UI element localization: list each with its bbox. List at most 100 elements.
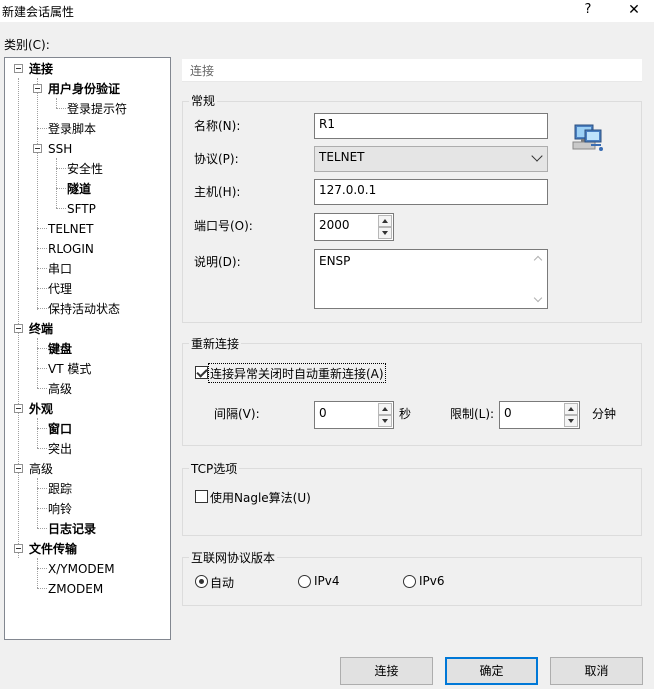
tree-item-login-prompts[interactable]: 登录提示符: [67, 99, 127, 119]
description-value: ENSP: [319, 254, 351, 268]
interval-label: 间隔(V):: [214, 407, 260, 421]
tree-connector: [37, 78, 38, 310]
tree-connector: [37, 568, 47, 569]
category-tree[interactable]: 连接 用户身份验证 登录提示符 登录脚本 SSH 安全性 隧道 SFTP TEL…: [4, 57, 171, 640]
host-label: 主机(H):: [194, 185, 241, 199]
port-spinner[interactable]: 2000: [314, 213, 394, 241]
tree-item-zmodem[interactable]: ZMODEM: [48, 579, 103, 599]
collapse-toggle-icon[interactable]: [14, 64, 23, 73]
port-spin-up-button[interactable]: [378, 215, 392, 227]
collapse-toggle-icon[interactable]: [33, 144, 42, 153]
tree-item-keepalive[interactable]: 保持活动状态: [48, 299, 120, 319]
radio-ipv6[interactable]: [403, 575, 416, 588]
port-label: 端口号(O):: [194, 219, 253, 233]
tree-item-appearance[interactable]: 外观: [29, 399, 53, 419]
collapse-toggle-icon[interactable]: [14, 544, 23, 553]
description-scrollbar[interactable]: [531, 251, 546, 307]
port-spin-down-button[interactable]: [378, 227, 392, 239]
tree-item-telnet[interactable]: TELNET: [48, 219, 94, 239]
arrow-down-icon: [568, 419, 574, 423]
tree-item-xymodem[interactable]: X/YMODEM: [48, 559, 115, 579]
arrow-down-icon: [382, 231, 388, 235]
auto-reconnect-checkbox[interactable]: [195, 366, 208, 379]
general-group-title: 常规: [189, 92, 218, 109]
tree-item-terminal-advanced[interactable]: 高级: [48, 379, 72, 399]
tree-connector: [37, 428, 47, 429]
ok-button[interactable]: 确定: [445, 657, 538, 685]
tree-item-login-scripts[interactable]: 登录脚本: [48, 119, 96, 139]
tree-item-connection[interactable]: 连接: [29, 59, 53, 79]
tree-connector: [37, 528, 47, 529]
tree-item-highlight[interactable]: 突出: [48, 439, 72, 459]
nagle-checkbox[interactable]: [195, 490, 208, 503]
interval-value: 0: [319, 406, 327, 420]
tree-item-logging[interactable]: 日志记录: [48, 519, 96, 539]
help-button[interactable]: ?: [570, 0, 606, 22]
name-label: 名称(N):: [194, 119, 241, 133]
tree-item-sftp[interactable]: SFTP: [67, 199, 96, 219]
description-textarea[interactable]: ENSP: [314, 249, 548, 309]
tree-item-vt-mode[interactable]: VT 模式: [48, 359, 91, 379]
arrow-up-icon: [382, 219, 388, 223]
collapse-toggle-icon[interactable]: [14, 464, 23, 473]
limit-unit: 分钟: [592, 407, 617, 421]
limit-spin-buttons: [564, 403, 578, 427]
host-input[interactable]: 127.0.0.1: [314, 179, 548, 205]
collapse-toggle-icon[interactable]: [14, 404, 23, 413]
name-input[interactable]: R1: [314, 113, 548, 139]
reconnect-group-title: 重新连接: [189, 335, 242, 352]
tree-connector: [56, 188, 66, 189]
tree-connector: [37, 348, 47, 349]
radio-ipv4[interactable]: [298, 575, 311, 588]
tree-item-window[interactable]: 窗口: [48, 419, 72, 439]
check-icon: [196, 366, 208, 378]
close-button[interactable]: ✕: [616, 0, 652, 22]
interval-spin-down-button[interactable]: [378, 415, 392, 427]
tree-item-terminal[interactable]: 终端: [29, 319, 53, 339]
radio-auto-label[interactable]: 自动: [210, 574, 234, 591]
radio-ipv6-label[interactable]: IPv6: [419, 574, 445, 588]
tree-item-trace[interactable]: 跟踪: [48, 479, 72, 499]
tree-connector: [37, 508, 47, 509]
collapse-toggle-icon[interactable]: [14, 324, 23, 333]
tree-connector: [56, 108, 66, 109]
arrow-up-icon: [382, 407, 388, 411]
tree-connector: [37, 288, 47, 289]
tree-item-auth[interactable]: 用户身份验证: [48, 79, 120, 99]
interval-spin-up-button[interactable]: [378, 403, 392, 415]
protocol-select[interactable]: TELNET: [314, 146, 548, 172]
limit-spinner[interactable]: 0: [499, 401, 580, 429]
radio-ipv4-label[interactable]: IPv4: [314, 574, 340, 588]
tree-item-file-transfer[interactable]: 文件传输: [29, 539, 77, 559]
tree-connector: [37, 338, 38, 388]
tree-item-rlogin[interactable]: RLOGIN: [48, 239, 94, 259]
protocol-value: TELNET: [319, 150, 365, 164]
limit-spin-up-button[interactable]: [564, 403, 578, 415]
interval-unit: 秒: [399, 407, 412, 421]
collapse-toggle-icon[interactable]: [33, 84, 42, 93]
description-label: 说明(D):: [194, 255, 241, 269]
tree-item-tunneling[interactable]: 隧道: [67, 179, 91, 199]
tree-item-security[interactable]: 安全性: [67, 159, 103, 179]
tree-connector: [37, 488, 47, 489]
interval-spin-buttons: [378, 403, 392, 427]
tree-item-advanced[interactable]: 高级: [29, 459, 53, 479]
tree-connector: [37, 128, 47, 129]
tree-item-proxy[interactable]: 代理: [48, 279, 72, 299]
radio-auto[interactable]: [195, 575, 208, 588]
port-value: 2000: [319, 218, 350, 232]
interval-spinner[interactable]: 0: [314, 401, 394, 429]
tree-connector: [37, 268, 47, 269]
limit-spin-down-button[interactable]: [564, 415, 578, 427]
connect-button[interactable]: 连接: [340, 657, 433, 685]
nagle-label[interactable]: 使用Nagle算法(U): [210, 489, 311, 506]
tree-item-serial[interactable]: 串口: [48, 259, 72, 279]
tree-item-ssh[interactable]: SSH: [48, 139, 72, 159]
tree-item-bell[interactable]: 响铃: [48, 499, 72, 519]
panel-header: 连接: [182, 59, 642, 82]
panel-header-text: 连接: [190, 64, 215, 78]
chevron-down-icon: [533, 293, 543, 303]
tree-item-keyboard[interactable]: 键盘: [48, 339, 72, 359]
cancel-button[interactable]: 取消: [550, 657, 643, 685]
auto-reconnect-label[interactable]: 连接异常关闭时自动重新连接(A): [210, 365, 384, 382]
